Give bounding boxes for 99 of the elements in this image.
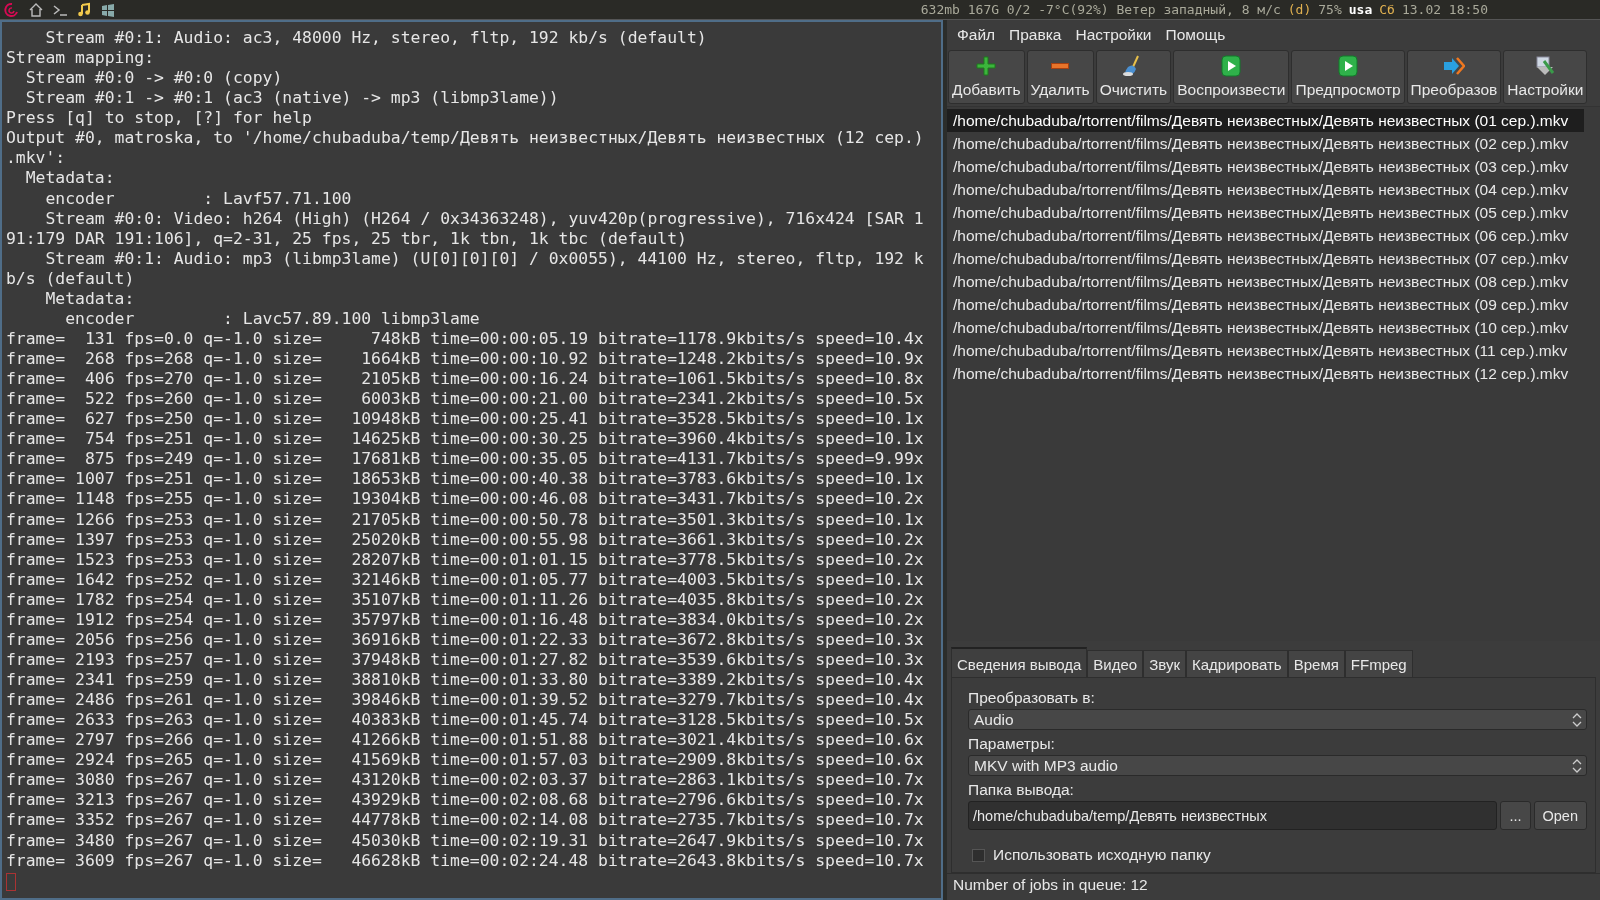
window-flag-icon[interactable] [100,1,116,18]
terminal-line: frame= 627 fps=250 q=-1.0 size= 10948kB time=00:00:25.41 bitrate=3528.5kbits/s speed=10.1x [6,409,924,430]
terminal-line: Stream mapping: [6,48,155,69]
terminal-line: frame= 2633 fps=263 q=-1.0 size= 40383kB time=00:01:45.74 bitrate=3128.5kbits/s speed=10.5x [6,710,924,731]
file-list-item[interactable]: /home/chubaduba/rtorrent/films/Девять неизвестных/Девять неизвестных (04 сер.).mkv [947,178,1584,201]
tab[interactable]: FFmpeg [1344,650,1413,677]
terminal-line: frame= 3213 fps=267 q=-1.0 size= 43929kB time=00:02:08.68 bitrate=2796.6kbits/s speed=10.7x [6,790,924,811]
terminal-line: Metadata: [44,288,135,309]
field-label: Преобразовать в: [968,689,1096,707]
terminal-line: frame= 3609 fps=267 q=-1.0 size= 46628kB time=00:02:24.48 bitrate=2643.8kbits/s speed=10.7x [6,850,924,871]
field-label: Папка вывода: [968,781,1075,800]
file-list-item[interactable]: /home/chubaduba/rtorrent/films/Девять неизвестных/Девять неизвестных (03 сер.).mkv [947,155,1584,178]
checkbox-label: Использовать исходную папку [993,846,1211,864]
tab[interactable]: Видео [1087,650,1144,677]
terminal-line: frame= 754 fps=251 q=-1.0 size= 14625kB time=00:00:30.25 bitrate=3960.4kbits/s speed=10.1x [6,429,924,450]
terminal-line: frame= 1523 fps=253 q=-1.0 size= 28207kB time=00:01:01.15 bitrate=3778.5kbits/s speed=10.2x [6,549,924,570]
file-list-item[interactable]: /home/chubaduba/rtorrent/films/Девять неизвестных/Девять неизвестных (11 сер.).mkv [947,339,1584,362]
play-icon [1337,55,1360,77]
terminal-line: Output #0, matroska, to '/home/chubaduba/temp/Девять неизвестных/Девять неизвестных (12 сер.) [6,128,924,149]
toolbar-button[interactable]: Удалить [1026,50,1094,104]
terminal-line: Stream #0:0: Video: h264 (High) (H264 / 0x34363248), yuv420p(progressive), 716x424 [SAR 1 [44,208,924,229]
terminal-line: frame= 2924 fps=265 q=-1.0 size= 41569kB time=00:01:57.03 bitrate=2909.8kbits/s speed=10.6x [6,750,924,771]
menu-item[interactable]: Настройки [1069,26,1160,44]
terminal-line: frame= 1266 fps=253 q=-1.0 size= 21705kB time=00:00:50.78 bitrate=3501.3kbits/s speed=10.1x [6,509,924,530]
terminal-line: frame= 1912 fps=254 q=-1.0 size= 35797kB time=00:01:16.48 bitrate=3834.0kbits/s speed=10.2x [6,609,924,630]
toolbar-button[interactable]: Добавить [948,50,1025,104]
terminal-line: .mkv': [6,148,66,169]
status-text: 13.02 18:50 [1401,2,1488,17]
toolbar-button[interactable]: Предпросмотр [1291,50,1405,104]
status-text: usa [1348,2,1373,17]
terminal-line: frame= 3080 fps=267 q=-1.0 size= 43120kB time=00:02:03.37 bitrate=2863.1kbits/s speed=10.7x [6,770,924,791]
file-list-item[interactable]: /home/chubaduba/rtorrent/films/Девять неизвестных/Девять неизвестных (08 сер.).mkv [947,270,1584,293]
terminal-line: Press [q] to stop, [?] for help [6,108,312,129]
terminal-line: Stream #0:1: Audio: mp3 (libmp3lame) (U[0][0][0] / 0x0055), 44100 Hz, stereo, fltp, 192 k [44,248,924,269]
field-label: Параметры: [968,735,1056,754]
file-list-item[interactable]: /home/chubaduba/rtorrent/films/Девять неизвестных/Девять неизвестных (05 сер.).mkv [947,201,1584,224]
terminal-line: b/s (default) [6,268,135,289]
file-list-item[interactable]: /home/chubaduba/rtorrent/films/Девять неизвестных/Девять неизвестных (06 сер.).mkv [947,224,1584,247]
swirl-icon[interactable] [4,1,20,18]
toolbar-button[interactable]: Воспроизвести [1173,50,1290,104]
menu-item[interactable]: Правка [1003,26,1070,44]
terminal-line: frame= 522 fps=260 q=-1.0 size= 6003kB time=00:00:21.00 bitrate=2341.2kbits/s speed=10.5x [6,389,924,410]
terminal-line: frame= 3480 fps=267 q=-1.0 size= 45030kB time=00:02:19.31 bitrate=2647.9kbits/s speed=10.7x [6,830,924,851]
tools-icon [1534,55,1557,77]
home-icon[interactable] [28,1,44,18]
file-list-item[interactable]: /home/chubaduba/rtorrent/films/Девять неизвестных/Девять неизвестных (09 сер.).mkv [947,293,1584,316]
menu-item[interactable]: Помощь [1159,26,1234,44]
status-text: 632mb 167G 0/2 -7°C(92%) Ветер западный, 8 м/с [920,2,1281,17]
menu-item[interactable]: Файл [951,26,1004,44]
plus-icon [975,55,998,77]
terminal-line: frame= 3352 fps=267 q=-1.0 size= 44778kB time=00:02:14.08 bitrate=2735.7kbits/s speed=10.7x [6,810,924,831]
dropdown[interactable]: Audio [968,709,1587,731]
file-list-item[interactable]: /home/chubaduba/rtorrent/films/Девять неизвестных/Девять неизвестных (02 сер.).mkv [947,132,1584,155]
terminal-line: Stream #0:1: Audio: ac3, 48000 Hz, stereo, fltp, 192 kb/s (default) [44,28,707,49]
arrow-icon [1442,55,1465,77]
tab[interactable]: Время [1287,650,1345,677]
terminal-line: frame= 2193 fps=257 q=-1.0 size= 37948kB time=00:01:27.82 bitrate=3539.6kbits/s speed=10.3x [6,649,924,670]
tab[interactable]: Кадрировать [1185,650,1288,677]
terminal-line: frame= 875 fps=249 q=-1.0 size= 17681kB time=00:00:35.05 bitrate=4131.7kbits/s speed=9.99x [6,449,924,470]
terminal-line: encoder : Lavf57.71.100 [44,188,352,209]
open-button[interactable]: Open [1533,801,1587,830]
terminal-line: frame= 406 fps=270 q=-1.0 size= 2105kB time=00:00:16.24 bitrate=1061.5kbits/s speed=10.8x [6,369,924,390]
terminal-line: frame= 2056 fps=256 q=-1.0 size= 36916kB time=00:01:22.33 bitrate=3672.8kbits/s speed=10.3x [6,629,924,650]
terminal-line: frame= 2341 fps=259 q=-1.0 size= 38810kB time=00:01:33.80 bitrate=3389.2kbits/s speed=10.4x [6,670,924,691]
file-list-item[interactable]: /home/chubaduba/rtorrent/films/Девять неизвестных/Девять неизвестных (07 сер.).mkv [947,247,1584,270]
toolbar-button[interactable]: Очистить [1095,50,1172,104]
terminal-line: frame= 1148 fps=255 q=-1.0 size= 19304kB time=00:00:46.08 bitrate=3431.7kbits/s speed=10.2x [6,489,924,510]
cursor [6,872,16,891]
music-note-icon[interactable] [76,1,92,18]
terminal-line: frame= 1007 fps=251 q=-1.0 size= 18653kB time=00:00:40.38 bitrate=3783.6kbits/s speed=10.1x [6,469,924,490]
tab[interactable]: Сведения вывода [951,647,1088,677]
minus-icon [1051,63,1070,69]
browse-button[interactable]: ... [1500,801,1531,830]
folder-path-field[interactable]: /home/chubaduba/temp/Девять неизвестных [968,801,1498,830]
terminal-line: frame= 1782 fps=254 q=-1.0 size= 35107kB time=00:01:11.26 bitrate=4035.8kbits/s speed=10.2x [6,589,924,610]
terminal-line: frame= 268 fps=268 q=-1.0 size= 1664kB time=00:00:10.92 bitrate=1248.2kbits/s speed=10.9x [6,349,924,370]
checkbox[interactable] [972,848,985,862]
terminal-line: frame= 2486 fps=261 q=-1.0 size= 39846kB time=00:01:39.52 bitrate=3279.7kbits/s speed=10.4x [6,690,924,711]
toolbar-button[interactable]: Преобразов [1406,50,1502,104]
terminal-line: frame= 2797 fps=266 q=-1.0 size= 41266kB time=00:01:51.88 bitrate=3021.4kbits/s speed=10.6x [6,730,924,751]
tab[interactable]: Звук [1143,650,1186,677]
terminal-line: 91:179 DAR 191:106], q=2-31, 25 fps, 25 tbr, 1k tbn, 1k tbc (default) [6,228,687,249]
terminal-line: frame= 1642 fps=252 q=-1.0 size= 32146kB time=00:01:05.77 bitrate=4003.5kbits/s speed=10.1x [6,569,924,590]
dropdown[interactable]: MKV with MP3 audio [968,755,1587,777]
status-text: Number of jobs in queue: 12 [953,876,1148,893]
file-list-item[interactable]: /home/chubaduba/rtorrent/films/Девять неизвестных/Девять неизвестных (01 сер.).mkv [947,109,1584,132]
status-text: 75% [1318,2,1342,17]
status-text: (d) [1287,2,1312,17]
terminal-line: Stream #0:1 -> #0:1 (ac3 (native) -> mp3 (libmp3lame)) [24,88,559,109]
status-text: Сб [1379,2,1395,17]
file-list-item[interactable]: /home/chubaduba/rtorrent/films/Девять неизвестных/Девять неизвестных (10 сер.).mkv [947,316,1584,339]
play-icon [1220,55,1243,77]
terminal-line: frame= 131 fps=0.0 q=-1.0 size= 748kB time=00:00:05.19 bitrate=1178.9kbits/s speed=10.4x [6,328,924,349]
terminal-line: frame= 1397 fps=253 q=-1.0 size= 25020kB time=00:00:55.98 bitrate=3661.3kbits/s speed=10.2x [6,529,924,550]
terminal-line: Metadata: [24,168,115,189]
toolbar-button[interactable]: Настройки [1503,50,1588,104]
terminal-line: encoder : Lavc57.89.100 libmp3lame [64,308,480,329]
terminal-line: Stream #0:0 -> #0:0 (copy) [24,68,283,89]
file-list-item[interactable]: /home/chubaduba/rtorrent/films/Девять неизвестных/Девять неизвестных (12 сер.).mkv [947,362,1584,385]
